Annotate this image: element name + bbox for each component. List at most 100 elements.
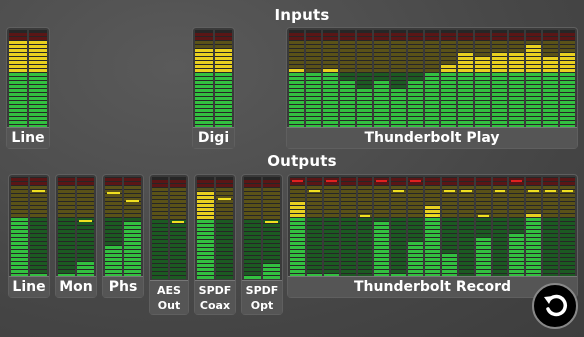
meter-segment: [509, 45, 525, 48]
meter-segment: [526, 49, 542, 52]
meter-segment: [197, 224, 214, 227]
meter-segment: [244, 216, 261, 219]
meter-segment: [424, 33, 440, 36]
meter-segment: [408, 202, 423, 205]
meter-segment: [340, 226, 356, 229]
meter-segment: [458, 266, 474, 269]
meter-segment: [509, 246, 525, 249]
meter-segment: [29, 45, 47, 48]
meter-segment: [323, 222, 339, 225]
output-group-label: Mon: [56, 276, 96, 297]
meter-segment: [390, 93, 406, 96]
meter-segment: [244, 224, 261, 227]
meter-segment: [560, 246, 575, 249]
meter-segment: [373, 97, 389, 100]
meter-segment: [195, 97, 213, 100]
meter-segment: [543, 109, 558, 112]
meter-segment: [543, 77, 558, 80]
meter-segment: [339, 41, 355, 44]
meter-segment: [441, 97, 457, 100]
meter-segment: [526, 186, 542, 189]
meter-segment: [357, 258, 373, 261]
meter-segment: [322, 37, 338, 40]
meter-segment: [105, 194, 122, 197]
meter-segment: [356, 89, 372, 92]
meter-segment: [373, 45, 389, 48]
meter-segment: [441, 113, 457, 116]
input-group-line[interactable]: Line: [6, 27, 50, 149]
meter-segment: [152, 192, 168, 195]
meter-segment: [195, 73, 213, 76]
meter-segment: [458, 238, 474, 241]
meter-segment: [373, 81, 389, 84]
meter-segment: [475, 246, 491, 249]
meter-segment: [543, 53, 558, 56]
meter-segment: [492, 250, 508, 253]
meter-segment: [30, 206, 47, 209]
meter-segment: [11, 202, 28, 205]
output-group-line[interactable]: Line: [8, 174, 50, 298]
meter-segment: [391, 262, 407, 265]
meter-segment: [475, 57, 491, 60]
meter-segment: [441, 33, 457, 36]
meter-segment: [374, 266, 390, 269]
meter-segment: [374, 198, 390, 201]
meter-segment: [263, 244, 280, 247]
meter-segment: [356, 37, 372, 40]
input-group-thunderbolt-play[interactable]: Thunderbolt Play: [286, 27, 578, 149]
meter-segment: [290, 194, 305, 197]
meter-segment: [526, 230, 542, 233]
input-group-label: Thunderbolt Play: [287, 127, 577, 148]
meter-segment: [526, 182, 542, 185]
meter-segment: [289, 101, 304, 104]
output-group-spdf-coax[interactable]: SPDF Coax: [194, 174, 236, 315]
meter-segment: [543, 230, 558, 233]
meter-segment: [263, 192, 280, 195]
back-button[interactable]: [532, 283, 578, 329]
meter-segment: [526, 218, 542, 221]
output-group-phs[interactable]: Phs: [102, 174, 144, 298]
meter-segment: [216, 248, 233, 251]
meter-segment: [492, 242, 508, 245]
meter-segment: [77, 202, 94, 205]
meter-segment: [170, 248, 186, 251]
meter-segment: [290, 270, 305, 273]
meter-segment: [29, 49, 47, 52]
meter-segment: [425, 262, 440, 265]
meter-segment: [543, 97, 558, 100]
output-group-aes-out[interactable]: AES Out: [149, 174, 189, 315]
meter-segment: [77, 178, 94, 181]
output-group-spdf-opt[interactable]: SPDF Opt: [241, 174, 283, 315]
meter-segment: [105, 258, 122, 261]
meter-segment: [543, 182, 558, 185]
meter-segment: [492, 113, 508, 116]
meter-segment: [357, 254, 373, 257]
meter-segment: [244, 248, 261, 251]
output-group-thunderbolt-record[interactable]: Thunderbolt Record: [287, 174, 578, 298]
meter-segment: [458, 222, 474, 225]
meter-segment: [263, 208, 280, 211]
meter-segment: [475, 113, 491, 116]
level-meter: [407, 30, 423, 128]
meter-segment: [9, 53, 27, 56]
meter-segment: [458, 73, 474, 76]
input-group-digi[interactable]: Digi: [192, 27, 235, 149]
meter-segment: [29, 65, 47, 68]
meter-segment: [424, 93, 440, 96]
output-group-label: Thunderbolt Record: [288, 276, 577, 297]
meter-segment: [214, 93, 232, 96]
meter-segment: [195, 121, 213, 124]
output-group-mon[interactable]: Mon: [55, 174, 97, 298]
meter-segment: [391, 234, 407, 237]
meter-segment: [441, 45, 457, 48]
meter-segment: [373, 69, 389, 72]
meter-segment: [152, 240, 168, 243]
meter-segment: [425, 202, 440, 205]
meter-segment: [425, 242, 440, 245]
peak-hold-marker: [107, 192, 120, 194]
meter-segment: [323, 250, 339, 253]
meter-segment: [124, 266, 141, 269]
meter-segment: [214, 69, 232, 72]
meter-segment: [58, 254, 75, 257]
meter-segment: [475, 194, 491, 197]
